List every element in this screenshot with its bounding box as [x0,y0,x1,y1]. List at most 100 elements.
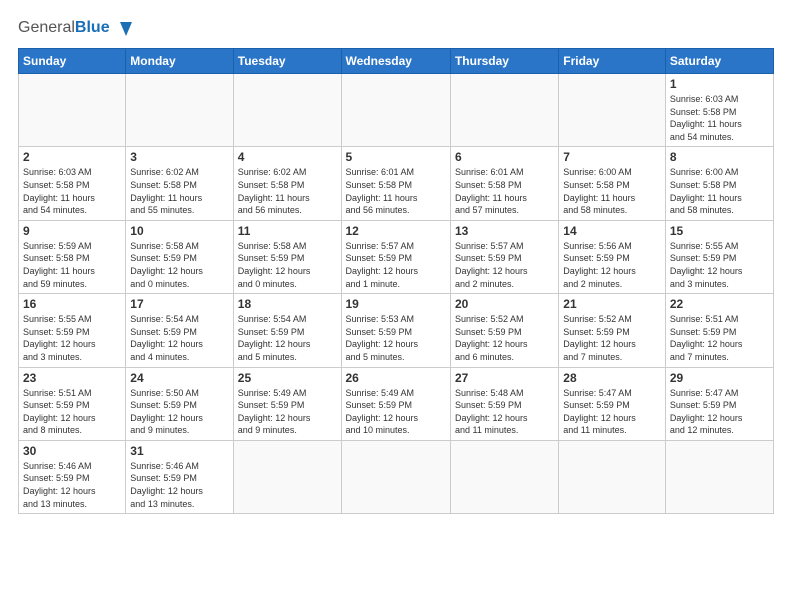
calendar-cell [19,74,126,147]
day-number: 20 [455,297,554,311]
day-number: 17 [130,297,228,311]
calendar-table: SundayMondayTuesdayWednesdayThursdayFrid… [18,48,774,514]
calendar-cell: 20 Sunrise: 5:52 AM Sunset: 5:59 PM Dayli… [450,294,558,367]
calendar-cell: 29Sunrise: 5:47 AM Sunset: 5:59 PM Dayli… [665,367,773,440]
weekday-header-monday: Monday [126,49,233,74]
calendar-cell [450,440,558,513]
day-number: 22 [670,297,769,311]
day-number: 23 [23,371,121,385]
calendar-cell [233,440,341,513]
day-info: Sunrise: 5:58 AM Sunset: 5:59 PM Dayligh… [130,240,228,290]
day-number: 5 [346,150,446,164]
day-info: Sunrise: 5:57 AM Sunset: 5:59 PM Dayligh… [455,240,554,290]
day-info: Sunrise: 5:46 AM Sunset: 5:59 PM Dayligh… [130,460,228,510]
calendar-cell: 14 Sunrise: 5:56 AM Sunset: 5:59 PM Dayli… [559,220,666,293]
weekday-header-saturday: Saturday [665,49,773,74]
day-info: Sunrise: 5:55 AM Sunset: 5:59 PM Dayligh… [670,240,769,290]
calendar-cell: 9Sunrise: 5:59 AM Sunset: 5:58 PM Daylig… [19,220,126,293]
day-number: 16 [23,297,121,311]
day-number: 1 [670,77,769,91]
day-number: 11 [238,224,337,238]
day-info: Sunrise: 6:00 AM Sunset: 5:58 PM Dayligh… [563,166,661,216]
calendar-cell [559,74,666,147]
calendar-cell: 8Sunrise: 6:00 AM Sunset: 5:58 PM Daylig… [665,147,773,220]
day-number: 25 [238,371,337,385]
weekday-header-wednesday: Wednesday [341,49,450,74]
day-number: 10 [130,224,228,238]
day-info: Sunrise: 5:49 AM Sunset: 5:59 PM Dayligh… [238,387,337,437]
calendar-cell: 15 Sunrise: 5:55 AM Sunset: 5:59 PM Dayli… [665,220,773,293]
day-info: Sunrise: 5:56 AM Sunset: 5:59 PM Dayligh… [563,240,661,290]
calendar-cell [341,74,450,147]
weekday-header-tuesday: Tuesday [233,49,341,74]
calendar-cell: 13 Sunrise: 5:57 AM Sunset: 5:59 PM Dayli… [450,220,558,293]
calendar-cell [665,440,773,513]
calendar-cell: 18Sunrise: 5:54 AM Sunset: 5:59 PM Dayli… [233,294,341,367]
calendar-cell: 22 Sunrise: 5:51 AM Sunset: 5:59 PM Dayli… [665,294,773,367]
day-number: 19 [346,297,446,311]
calendar-cell: 27 Sunrise: 5:48 AM Sunset: 5:59 PM Dayli… [450,367,558,440]
day-number: 7 [563,150,661,164]
calendar-cell: 17 Sunrise: 5:54 AM Sunset: 5:59 PM Dayli… [126,294,233,367]
day-number: 12 [346,224,446,238]
day-number: 30 [23,444,121,458]
day-info: Sunrise: 5:49 AM Sunset: 5:59 PM Dayligh… [346,387,446,437]
day-info: Sunrise: 5:47 AM Sunset: 5:59 PM Dayligh… [563,387,661,437]
weekday-header-thursday: Thursday [450,49,558,74]
day-number: 13 [455,224,554,238]
calendar-cell: 16 Sunrise: 5:55 AM Sunset: 5:59 PM Dayli… [19,294,126,367]
day-info: Sunrise: 5:52 AM Sunset: 5:59 PM Dayligh… [563,313,661,363]
day-info: Sunrise: 5:48 AM Sunset: 5:59 PM Dayligh… [455,387,554,437]
calendar-cell: 24Sunrise: 5:50 AM Sunset: 5:59 PM Dayli… [126,367,233,440]
logo: GeneralBlue [18,18,136,38]
page-header: GeneralBlue [18,18,774,38]
logo-blue: Blue [75,19,110,36]
calendar-cell: 10 Sunrise: 5:58 AM Sunset: 5:59 PM Dayli… [126,220,233,293]
logo-triangle-icon [116,18,136,38]
day-number: 21 [563,297,661,311]
calendar-cell: 7 Sunrise: 6:00 AM Sunset: 5:58 PM Daylig… [559,147,666,220]
day-info: Sunrise: 6:03 AM Sunset: 5:58 PM Dayligh… [670,93,769,143]
day-number: 3 [130,150,228,164]
calendar-cell: 30 Sunrise: 5:46 AM Sunset: 5:59 PM Dayli… [19,440,126,513]
calendar-cell [233,74,341,147]
day-info: Sunrise: 5:53 AM Sunset: 5:59 PM Dayligh… [346,313,446,363]
calendar-cell [559,440,666,513]
calendar-cell: 6Sunrise: 6:01 AM Sunset: 5:58 PM Daylig… [450,147,558,220]
day-number: 29 [670,371,769,385]
logo-general: General [18,19,75,36]
calendar-cell: 4Sunrise: 6:02 AM Sunset: 5:58 PM Daylig… [233,147,341,220]
day-info: Sunrise: 6:03 AM Sunset: 5:58 PM Dayligh… [23,166,121,216]
day-info: Sunrise: 5:55 AM Sunset: 5:59 PM Dayligh… [23,313,121,363]
calendar-cell: 2 Sunrise: 6:03 AM Sunset: 5:58 PM Daylig… [19,147,126,220]
day-number: 26 [346,371,446,385]
calendar-cell: 1 Sunrise: 6:03 AM Sunset: 5:58 PM Daylig… [665,74,773,147]
calendar-cell: 28Sunrise: 5:47 AM Sunset: 5:59 PM Dayli… [559,367,666,440]
day-number: 6 [455,150,554,164]
calendar-cell [450,74,558,147]
day-info: Sunrise: 6:02 AM Sunset: 5:58 PM Dayligh… [238,166,337,216]
day-info: Sunrise: 5:54 AM Sunset: 5:59 PM Dayligh… [130,313,228,363]
day-number: 9 [23,224,121,238]
day-number: 14 [563,224,661,238]
calendar-cell: 11 Sunrise: 5:58 AM Sunset: 5:59 PM Dayli… [233,220,341,293]
day-info: Sunrise: 6:00 AM Sunset: 5:58 PM Dayligh… [670,166,769,216]
calendar-cell: 25 Sunrise: 5:49 AM Sunset: 5:59 PM Dayli… [233,367,341,440]
day-info: Sunrise: 5:52 AM Sunset: 5:59 PM Dayligh… [455,313,554,363]
calendar-cell: 21 Sunrise: 5:52 AM Sunset: 5:59 PM Dayli… [559,294,666,367]
day-number: 15 [670,224,769,238]
day-info: Sunrise: 5:51 AM Sunset: 5:59 PM Dayligh… [23,387,121,437]
calendar-cell: 3Sunrise: 6:02 AM Sunset: 5:58 PM Daylig… [126,147,233,220]
day-number: 18 [238,297,337,311]
calendar-cell [126,74,233,147]
day-number: 2 [23,150,121,164]
weekday-header-sunday: Sunday [19,49,126,74]
day-info: Sunrise: 5:58 AM Sunset: 5:59 PM Dayligh… [238,240,337,290]
weekday-header-friday: Friday [559,49,666,74]
day-number: 27 [455,371,554,385]
calendar-cell: 26 Sunrise: 5:49 AM Sunset: 5:59 PM Dayli… [341,367,450,440]
calendar-cell: 12Sunrise: 5:57 AM Sunset: 5:59 PM Dayli… [341,220,450,293]
calendar-cell: 23 Sunrise: 5:51 AM Sunset: 5:59 PM Dayli… [19,367,126,440]
day-info: Sunrise: 5:46 AM Sunset: 5:59 PM Dayligh… [23,460,121,510]
day-info: Sunrise: 5:51 AM Sunset: 5:59 PM Dayligh… [670,313,769,363]
